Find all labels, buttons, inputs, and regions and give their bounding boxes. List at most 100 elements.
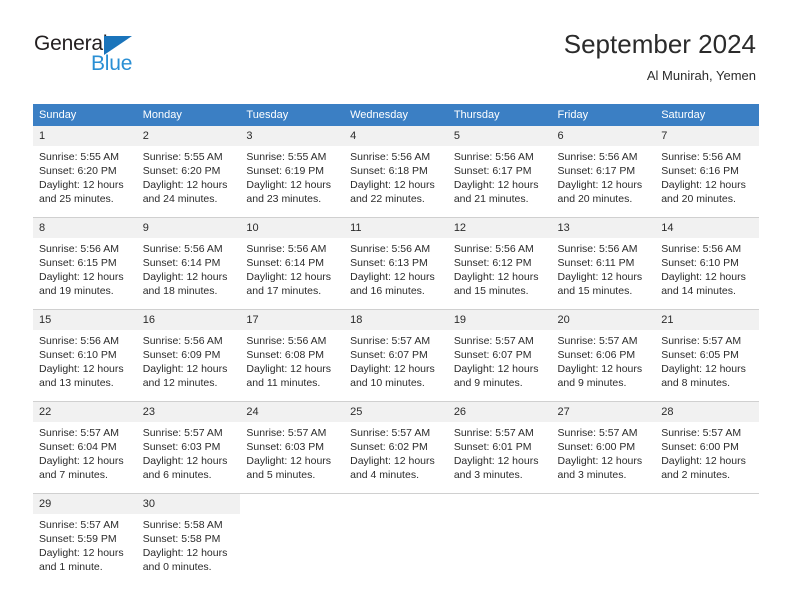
- day-number: 29: [33, 494, 137, 514]
- sunset-text: Sunset: 6:05 PM: [661, 349, 739, 361]
- day-number: 5: [447, 126, 552, 146]
- sunrise-text: Sunrise: 5:56 AM: [39, 335, 119, 347]
- daylight-text-line2: and 7 minutes.: [39, 469, 108, 481]
- sunset-text: Sunset: 6:15 PM: [39, 257, 117, 269]
- day-number: 17: [240, 310, 345, 330]
- sunset-text: Sunset: 6:17 PM: [453, 165, 532, 177]
- calendar-day-cell[interactable]: 12 Sunrise: 5:56 AM Sunset: 6:12 PM Dayl…: [447, 218, 552, 309]
- sunset-text: Sunset: 6:13 PM: [350, 257, 428, 269]
- day-number: [551, 494, 656, 502]
- sunset-text: Sunset: 6:12 PM: [453, 257, 532, 269]
- weekday-header-wednesday: Wednesday: [344, 104, 448, 126]
- calendar-day-cell[interactable]: 11 Sunrise: 5:56 AM Sunset: 6:13 PM Dayl…: [344, 218, 448, 309]
- calendar-day-cell[interactable]: 30 Sunrise: 5:58 AM Sunset: 5:58 PM Dayl…: [136, 494, 241, 585]
- daylight-text-line2: and 18 minutes.: [142, 285, 218, 297]
- calendar-day-cell[interactable]: 13 Sunrise: 5:56 AM Sunset: 6:11 PM Dayl…: [551, 218, 656, 309]
- day-number: 15: [33, 310, 137, 330]
- calendar-day-cell[interactable]: 27 Sunrise: 5:57 AM Sunset: 6:00 PM Dayl…: [551, 402, 656, 493]
- sunrise-text: Sunrise: 5:56 AM: [557, 151, 638, 163]
- calendar-day-cell[interactable]: 20 Sunrise: 5:57 AM Sunset: 6:06 PM Dayl…: [551, 310, 656, 401]
- calendar-day-cell[interactable]: 3 Sunrise: 5:55 AM Sunset: 6:19 PM Dayli…: [240, 126, 345, 217]
- daylight-text-line2: and 12 minutes.: [142, 377, 218, 389]
- daylight-text-line2: and 6 minutes.: [142, 469, 212, 481]
- title-block: September 2024 Al Munirah, Yemen: [564, 28, 756, 85]
- day-details: Sunrise: 5:57 AM Sunset: 6:03 PM Dayligh…: [137, 422, 241, 482]
- calendar-day-cell[interactable]: 9 Sunrise: 5:56 AM Sunset: 6:14 PM Dayli…: [136, 218, 241, 309]
- day-number: 10: [240, 218, 345, 238]
- day-details: Sunrise: 5:57 AM Sunset: 5:59 PM Dayligh…: [33, 514, 137, 574]
- day-details: Sunrise: 5:55 AM Sunset: 6:19 PM Dayligh…: [240, 146, 344, 206]
- day-number: 19: [447, 310, 552, 330]
- sunrise-text: Sunrise: 5:56 AM: [246, 335, 327, 347]
- calendar-day-cell[interactable]: 25 Sunrise: 5:57 AM Sunset: 6:02 PM Dayl…: [344, 402, 448, 493]
- day-details: Sunrise: 5:57 AM Sunset: 6:01 PM Dayligh…: [448, 422, 552, 482]
- daylight-text-line1: Daylight: 12 hours: [661, 179, 746, 191]
- calendar-day-cell[interactable]: 4 Sunrise: 5:56 AM Sunset: 6:18 PM Dayli…: [344, 126, 448, 217]
- day-details: Sunrise: 5:56 AM Sunset: 6:08 PM Dayligh…: [240, 330, 344, 390]
- sunset-text: Sunset: 6:16 PM: [661, 165, 739, 177]
- sunset-text: Sunset: 6:14 PM: [246, 257, 325, 269]
- daylight-text-line2: and 4 minutes.: [350, 469, 419, 481]
- day-details: Sunrise: 5:57 AM Sunset: 6:07 PM Dayligh…: [448, 330, 552, 390]
- day-number: 20: [551, 310, 656, 330]
- calendar-day-cell[interactable]: 6 Sunrise: 5:56 AM Sunset: 6:17 PM Dayli…: [551, 126, 656, 217]
- day-details: Sunrise: 5:57 AM Sunset: 6:00 PM Dayligh…: [552, 422, 656, 482]
- calendar-day-cell[interactable]: 15 Sunrise: 5:56 AM Sunset: 6:10 PM Dayl…: [33, 310, 137, 401]
- day-details: Sunrise: 5:55 AM Sunset: 6:20 PM Dayligh…: [137, 146, 241, 206]
- calendar-day-cell[interactable]: 29 Sunrise: 5:57 AM Sunset: 5:59 PM Dayl…: [33, 494, 137, 585]
- sunrise-text: Sunrise: 5:57 AM: [246, 427, 327, 439]
- day-details: Sunrise: 5:56 AM Sunset: 6:13 PM Dayligh…: [344, 238, 448, 298]
- weekday-header-thursday: Thursday: [447, 104, 552, 126]
- daylight-text-line2: and 24 minutes.: [142, 193, 218, 205]
- calendar-day-cell[interactable]: 23 Sunrise: 5:57 AM Sunset: 6:03 PM Dayl…: [136, 402, 241, 493]
- calendar-day-cell[interactable]: 24 Sunrise: 5:57 AM Sunset: 6:03 PM Dayl…: [240, 402, 345, 493]
- calendar-day-cell[interactable]: 8 Sunrise: 5:56 AM Sunset: 6:15 PM Dayli…: [33, 218, 137, 309]
- daylight-text-line2: and 13 minutes.: [39, 377, 114, 389]
- calendar-day-cell[interactable]: 26 Sunrise: 5:57 AM Sunset: 6:01 PM Dayl…: [447, 402, 552, 493]
- daylight-text-line2: and 1 minute.: [39, 561, 103, 573]
- sunset-text: Sunset: 6:14 PM: [142, 257, 221, 269]
- calendar-week-row: 29 Sunrise: 5:57 AM Sunset: 5:59 PM Dayl…: [33, 494, 759, 585]
- calendar-day-cell[interactable]: 28 Sunrise: 5:57 AM Sunset: 6:00 PM Dayl…: [655, 402, 759, 493]
- calendar-day-cell[interactable]: 17 Sunrise: 5:56 AM Sunset: 6:08 PM Dayl…: [240, 310, 345, 401]
- calendar-day-cell[interactable]: 1 Sunrise: 5:55 AM Sunset: 6:20 PM Dayli…: [33, 126, 137, 217]
- sunrise-text: Sunrise: 5:58 AM: [142, 519, 223, 531]
- calendar-day-cell[interactable]: 14 Sunrise: 5:56 AM Sunset: 6:10 PM Dayl…: [655, 218, 759, 309]
- daylight-text-line1: Daylight: 12 hours: [142, 271, 228, 283]
- calendar-header-row: Sunday Monday Tuesday Wednesday Thursday…: [33, 104, 759, 126]
- sunset-text: Sunset: 5:59 PM: [39, 533, 117, 545]
- calendar-day-cell[interactable]: 16 Sunrise: 5:56 AM Sunset: 6:09 PM Dayl…: [136, 310, 241, 401]
- sunrise-text: Sunrise: 5:55 AM: [39, 151, 119, 163]
- daylight-text-line1: Daylight: 12 hours: [350, 363, 435, 375]
- calendar-day-cell[interactable]: 7 Sunrise: 5:56 AM Sunset: 6:16 PM Dayli…: [655, 126, 759, 217]
- daylight-text-line1: Daylight: 12 hours: [661, 271, 746, 283]
- sunrise-text: Sunrise: 5:57 AM: [557, 427, 638, 439]
- calendar-day-cell[interactable]: 19 Sunrise: 5:57 AM Sunset: 6:07 PM Dayl…: [447, 310, 552, 401]
- calendar-page: General Blue September 2024 Al Munirah, …: [0, 0, 792, 612]
- page-title: September 2024: [563, 29, 756, 59]
- daylight-text-line2: and 20 minutes.: [661, 193, 736, 205]
- calendar-day-cell[interactable]: 21 Sunrise: 5:57 AM Sunset: 6:05 PM Dayl…: [655, 310, 759, 401]
- general-blue-logo[interactable]: General Blue: [34, 33, 214, 83]
- day-details: Sunrise: 5:56 AM Sunset: 6:17 PM Dayligh…: [448, 146, 552, 206]
- calendar-week-row: 8 Sunrise: 5:56 AM Sunset: 6:15 PM Dayli…: [33, 218, 759, 309]
- calendar-day-cell[interactable]: 2 Sunrise: 5:55 AM Sunset: 6:20 PM Dayli…: [136, 126, 241, 217]
- day-number: 7: [655, 126, 759, 146]
- sunset-text: Sunset: 6:10 PM: [39, 349, 117, 361]
- calendar-day-cell[interactable]: 5 Sunrise: 5:56 AM Sunset: 6:17 PM Dayli…: [447, 126, 552, 217]
- daylight-text-line2: and 9 minutes.: [557, 377, 627, 389]
- calendar-day-cell[interactable]: 22 Sunrise: 5:57 AM Sunset: 6:04 PM Dayl…: [33, 402, 137, 493]
- sunset-text: Sunset: 6:20 PM: [39, 165, 117, 177]
- daylight-text-line2: and 11 minutes.: [246, 377, 321, 389]
- calendar-day-cell[interactable]: 18 Sunrise: 5:57 AM Sunset: 6:07 PM Dayl…: [344, 310, 448, 401]
- day-number: [240, 494, 345, 502]
- calendar-day-cell[interactable]: 10 Sunrise: 5:56 AM Sunset: 6:14 PM Dayl…: [240, 218, 345, 309]
- daylight-text-line2: and 14 minutes.: [661, 285, 736, 297]
- daylight-text-line1: Daylight: 12 hours: [142, 363, 228, 375]
- daylight-text-line1: Daylight: 12 hours: [142, 455, 228, 467]
- daylight-text-line1: Daylight: 12 hours: [39, 271, 124, 283]
- daylight-text-line1: Daylight: 12 hours: [39, 179, 124, 191]
- sunrise-text: Sunrise: 5:56 AM: [350, 243, 431, 255]
- calendar-day-cell-empty: [344, 494, 448, 585]
- day-number: 11: [344, 218, 448, 238]
